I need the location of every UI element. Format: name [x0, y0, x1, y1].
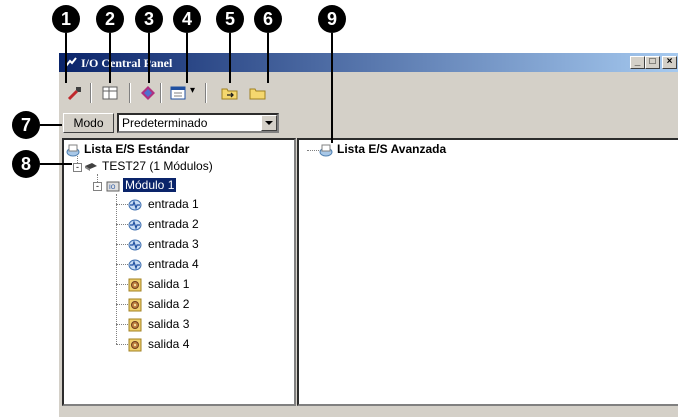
tree-line	[116, 194, 117, 344]
svg-text:IO: IO	[109, 184, 116, 191]
advanced-io-tree[interactable]: Lista E/S Avanzada	[297, 138, 678, 406]
input-signal-icon	[128, 199, 142, 211]
collapse-icon[interactable]: -	[73, 163, 82, 172]
tree-line	[116, 324, 128, 325]
toolbar-separator	[160, 83, 162, 103]
list-icon	[319, 144, 333, 157]
chevron-down-icon	[265, 121, 273, 125]
input-signal-icon	[128, 239, 142, 251]
panel-dropdown-arrow[interactable]: ▾	[190, 85, 195, 96]
minimize-button[interactable]: _	[630, 56, 645, 69]
wrench-icon[interactable]	[66, 84, 84, 102]
output-icon	[128, 298, 142, 312]
leader-8	[40, 163, 72, 165]
tree-module-label: Módulo 1	[123, 178, 177, 192]
toolbar-separator	[90, 83, 92, 103]
device-icon	[85, 163, 97, 171]
leader-1	[65, 33, 67, 83]
tree-line	[116, 204, 128, 205]
callout-3: 3	[135, 5, 163, 33]
panel-dropdown-icon[interactable]	[169, 84, 187, 102]
tree-item-label: salida 4	[148, 337, 190, 351]
callout-9: 9	[318, 5, 346, 33]
close-button[interactable]: ×	[662, 56, 677, 69]
callout-5: 5	[216, 5, 244, 33]
folder-icon[interactable]	[249, 84, 267, 102]
leader-5	[229, 33, 231, 83]
leader-2	[109, 33, 111, 83]
toolbar: ▾	[59, 74, 678, 110]
tree-line	[116, 304, 128, 305]
tree-item-label: entrada 2	[148, 217, 199, 231]
module-icon: IO	[106, 181, 120, 192]
leader-4	[186, 33, 188, 83]
tree-line	[116, 224, 128, 225]
toolbar-separator	[205, 83, 207, 103]
tree-item-label: salida 2	[148, 297, 190, 311]
list-icon	[66, 144, 80, 157]
input-signal-icon	[128, 259, 142, 271]
title-bar[interactable]: I/O Central Panel _ □ ×	[59, 53, 678, 72]
mode-select-value: Predeterminado	[122, 116, 208, 130]
tree-line	[116, 264, 128, 265]
collapse-icon[interactable]: -	[93, 182, 102, 191]
leader-7	[40, 124, 62, 126]
window-title: I/O Central Panel	[81, 56, 173, 70]
tree-root-standard-label: Lista E/S Estándar	[84, 142, 190, 156]
tree-line	[116, 284, 128, 285]
tree-line	[307, 150, 319, 151]
diamond-icon[interactable]	[139, 84, 157, 102]
callout-6: 6	[254, 5, 282, 33]
callout-2: 2	[96, 5, 124, 33]
leader-6	[267, 33, 269, 83]
tree-item-label: salida 1	[148, 277, 190, 291]
callout-1: 1	[52, 5, 80, 33]
tree-root-advanced-label: Lista E/S Avanzada	[337, 142, 447, 156]
mode-select[interactable]: Predeterminado	[117, 113, 279, 133]
leader-9	[331, 33, 333, 143]
callout-7: 7	[12, 111, 40, 139]
input-signal-icon	[128, 219, 142, 231]
output-icon	[128, 278, 142, 292]
dropdown-arrow-icon[interactable]	[261, 115, 277, 131]
tree-device-label: TEST27 (1 Módulos)	[102, 159, 213, 173]
output-icon	[128, 318, 142, 332]
maximize-button[interactable]: □	[645, 56, 660, 69]
folder-arrow-icon[interactable]	[221, 84, 239, 102]
mode-button[interactable]: Modo	[63, 113, 114, 133]
tree-item-label: entrada 1	[148, 197, 199, 211]
leader-3	[148, 33, 150, 83]
mode-row: Modo Predeterminado	[59, 111, 678, 135]
table-icon[interactable]	[101, 84, 119, 102]
callout-4: 4	[173, 5, 201, 33]
output-icon	[128, 338, 142, 352]
tree-item-label: salida 3	[148, 317, 190, 331]
tree-item-label: entrada 3	[148, 237, 199, 251]
callout-8: 8	[12, 150, 40, 178]
io-central-panel-window: I/O Central Panel _ □ × ▾ Modo Predeterm…	[58, 52, 678, 417]
tree-item-label: entrada 4	[148, 257, 199, 271]
tree-line	[116, 344, 128, 345]
standard-io-tree[interactable]: Lista E/S Estándar - TEST27 (1 Módulos) …	[62, 138, 296, 406]
tree-line	[116, 244, 128, 245]
toolbar-separator	[129, 83, 131, 103]
